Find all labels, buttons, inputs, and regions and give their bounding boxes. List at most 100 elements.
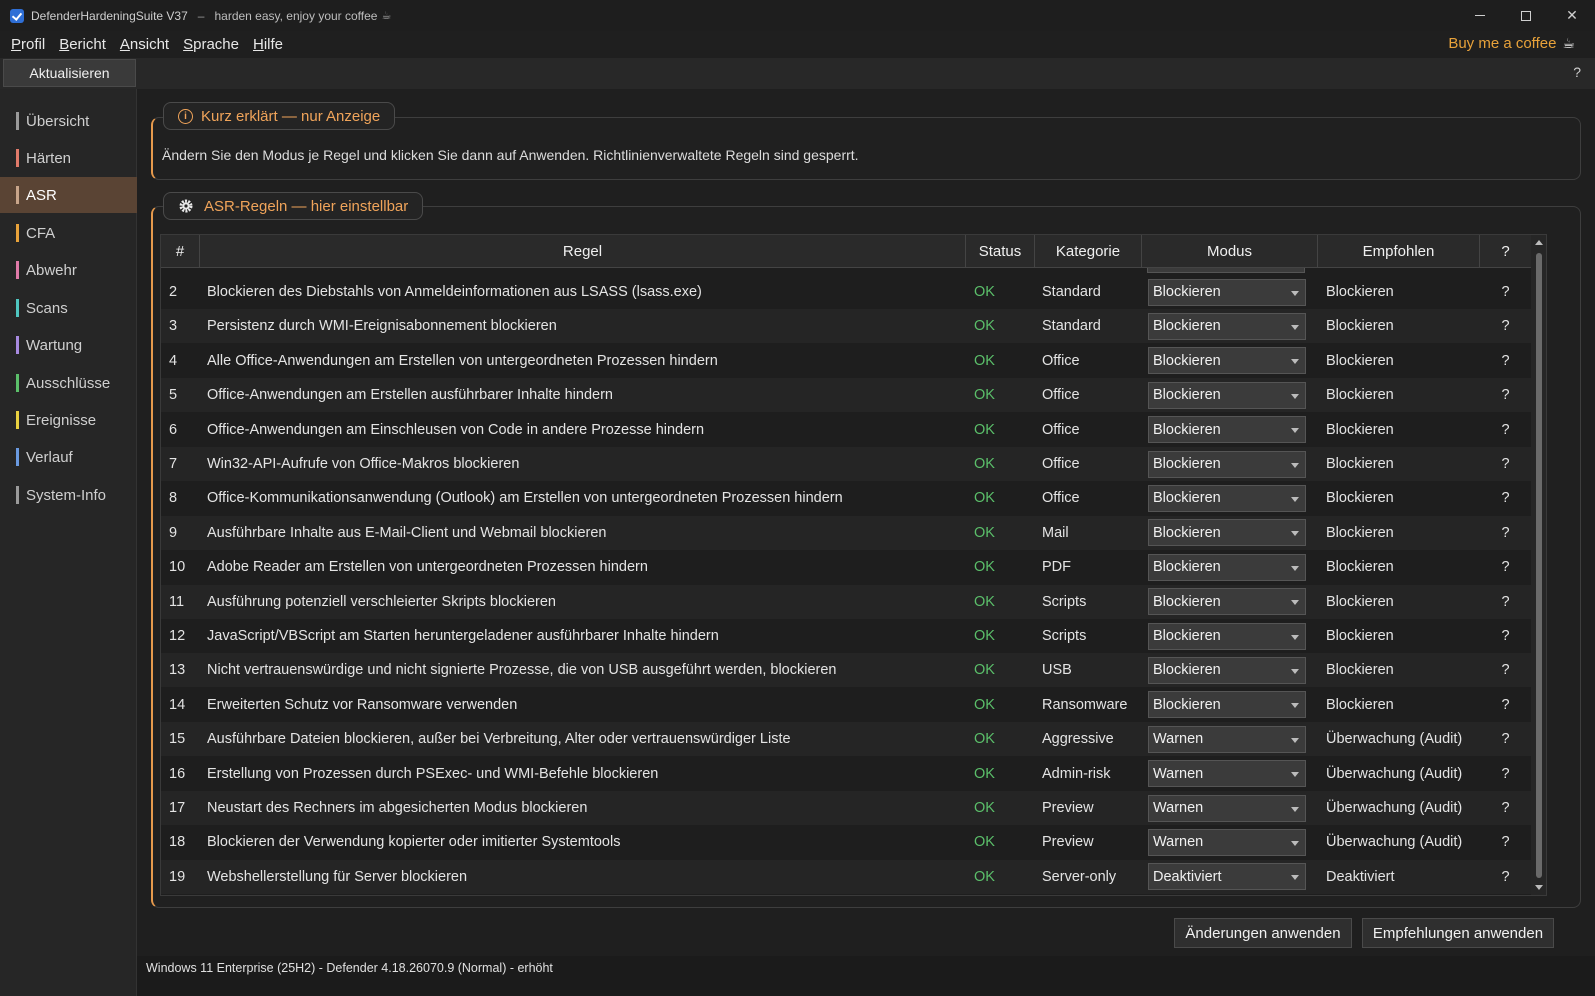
table-row[interactable]: 19 Webshellerstellung für Server blockier…	[161, 859, 1531, 894]
apply-recommendations-button[interactable]: Empfehlungen anwenden	[1362, 918, 1554, 948]
rule-help-button[interactable]: ?	[1480, 722, 1531, 756]
chevron-down-icon	[1291, 772, 1299, 778]
sidebar-item-abwehr[interactable]: Abwehr	[0, 252, 137, 288]
table-row[interactable]: 5 Office-Anwendungen am Erstellen ausführ…	[161, 378, 1531, 413]
mode-select[interactable]: Blockieren	[1148, 656, 1306, 684]
apply-changes-button[interactable]: Änderungen anwenden	[1174, 918, 1352, 948]
column-header-status[interactable]: Status	[966, 235, 1035, 268]
rule-help-button[interactable]: ?	[1480, 447, 1531, 481]
scrollbar-thumb[interactable]	[1536, 253, 1542, 878]
sidebar-item-ausschluesse[interactable]: Ausschlüsse	[0, 365, 137, 401]
rule-help-button[interactable]: ?	[1480, 791, 1531, 825]
rule-mode-cell: Blockieren	[1142, 688, 1318, 722]
mode-select[interactable]: Blockieren	[1148, 519, 1306, 547]
rule-help-button[interactable]: ?	[1480, 653, 1531, 687]
sidebar-item-uebersicht[interactable]: Übersicht	[0, 103, 137, 139]
table-row[interactable]: 11 Ausführung potenziell verschleierter S…	[161, 584, 1531, 619]
table-row[interactable]: 15 Ausführbare Dateien blockieren, außer …	[161, 722, 1531, 757]
menu-hilfe[interactable]: Hilfe	[253, 36, 283, 53]
column-header-mode[interactable]: Modus	[1142, 235, 1318, 268]
rule-recommended: Blockieren	[1326, 662, 1394, 679]
sidebar-item-cfa[interactable]: CFA	[0, 215, 137, 251]
mode-select[interactable]: Blockieren	[1148, 484, 1306, 512]
help-button[interactable]: ?	[1573, 64, 1581, 80]
table-row[interactable]: 12 JavaScript/VBScript am Starten herunte…	[161, 619, 1531, 653]
buy-coffee-link[interactable]: Buy me a coffee ☕	[1448, 35, 1575, 52]
scroll-up-icon[interactable]	[1535, 240, 1543, 245]
table-row[interactable]: 6 Office-Anwendungen am Einschleusen von …	[161, 413, 1531, 447]
sidebar-item-scans[interactable]: Scans	[0, 290, 137, 326]
column-header-recommended[interactable]: Empfohlen	[1318, 235, 1480, 268]
refresh-button[interactable]: Aktualisieren	[3, 59, 136, 87]
sidebar-item-ereignisse[interactable]: Ereignisse	[0, 402, 137, 438]
mode-select[interactable]: Deaktiviert	[1148, 863, 1306, 891]
mode-select[interactable]: Blockieren	[1148, 312, 1306, 340]
mode-select[interactable]: Warnen	[1148, 794, 1306, 822]
mode-select[interactable]: Blockieren	[1148, 450, 1306, 478]
mode-select[interactable]: Warnen	[1148, 725, 1306, 753]
sidebar-item-haerten[interactable]: Härten	[0, 140, 137, 176]
sidebar-item-wartung[interactable]: Wartung	[0, 327, 137, 363]
rule-category: Preview	[1042, 800, 1094, 816]
rule-help-button[interactable]: ?	[1480, 757, 1531, 791]
rule-status: OK	[974, 731, 995, 748]
table-row[interactable]: 18 Blockieren der Verwendung kopierter od…	[161, 825, 1531, 859]
rule-mode-cell: Blockieren	[1142, 550, 1318, 584]
mode-select[interactable]: Blockieren	[1148, 553, 1306, 581]
mode-select[interactable]: Blockieren	[1148, 588, 1306, 616]
rule-help-button[interactable]: ?	[1480, 481, 1531, 515]
rule-help-button[interactable]: ?	[1480, 688, 1531, 722]
rule-help-button[interactable]: ?	[1480, 413, 1531, 447]
mode-select-value: Blockieren	[1153, 456, 1221, 472]
table-row[interactable]: 8 Office-Kommunikationsanwendung (Outlook…	[161, 481, 1531, 515]
mode-select[interactable]: Blockieren	[1148, 622, 1306, 650]
column-header-category[interactable]: Kategorie	[1035, 235, 1142, 268]
mode-select[interactable]: Blockieren	[1148, 381, 1306, 409]
rule-help-button[interactable]: ?	[1480, 619, 1531, 653]
table-row[interactable]: 3 Persistenz durch WMI-Ereignisabonnement…	[161, 309, 1531, 344]
sidebar-item-asr[interactable]: ASR	[0, 177, 137, 213]
mode-select[interactable]: Blockieren	[1148, 347, 1306, 375]
menu-profil[interactable]: Profil	[11, 36, 45, 53]
table-row[interactable]: 4 Alle Office-Anwendungen am Erstellen vo…	[161, 344, 1531, 378]
rule-help-button[interactable]: ?	[1480, 344, 1531, 378]
mode-select[interactable]: Warnen	[1148, 828, 1306, 856]
mode-select[interactable]: Blockieren	[1148, 691, 1306, 719]
rule-help-button[interactable]: ?	[1480, 516, 1531, 550]
rule-help-button[interactable]: ?	[1480, 275, 1531, 309]
menu-ansicht[interactable]: Ansicht	[120, 36, 169, 53]
mode-select[interactable]: Warnen	[1148, 760, 1306, 788]
table-row[interactable]: 2 Blockieren des Diebstahls von Anmeldein…	[161, 275, 1531, 309]
rule-help-button[interactable]: ?	[1480, 378, 1531, 412]
mode-select[interactable]: Blockieren	[1148, 416, 1306, 444]
table-row[interactable]: 16 Erstellung von Prozessen durch PSExec-…	[161, 757, 1531, 791]
rule-name: Adobe Reader am Erstellen von untergeord…	[207, 559, 648, 576]
close-button[interactable]: ✕	[1549, 0, 1595, 31]
table-row[interactable]: 13 Nicht vertrauenswürdige und nicht sign…	[161, 653, 1531, 688]
menu-sprache[interactable]: Sprache	[183, 36, 239, 53]
mode-select[interactable]: Blockieren	[1148, 278, 1306, 306]
table-scrollbar[interactable]	[1531, 235, 1546, 895]
rule-help-button[interactable]: ?	[1480, 825, 1531, 859]
minimize-button[interactable]	[1457, 0, 1503, 31]
column-header-help[interactable]: ?	[1480, 235, 1531, 268]
column-header-rule[interactable]: Regel	[200, 235, 966, 268]
table-row[interactable]: 10 Adobe Reader am Erstellen von untergeo…	[161, 550, 1531, 584]
rule-help-button[interactable]: ?	[1480, 550, 1531, 584]
column-header-num[interactable]: #	[161, 235, 200, 268]
table-row[interactable]: 14 Erweiterten Schutz vor Ransomware verw…	[161, 688, 1531, 722]
rule-help-button[interactable]: ?	[1480, 309, 1531, 343]
scroll-down-icon[interactable]	[1535, 885, 1543, 890]
sidebar-item-verlauf[interactable]: Verlauf	[0, 439, 137, 475]
table-row[interactable]: 7 Win32-API-Aufrufe von Office-Makros blo…	[161, 447, 1531, 481]
menu-bericht[interactable]: Bericht	[59, 36, 106, 53]
chevron-down-icon	[1291, 565, 1299, 571]
sidebar-item-system-info[interactable]: System-Info	[0, 477, 137, 513]
rule-help-button[interactable]: ?	[1480, 860, 1531, 894]
table-row[interactable]: 17 Neustart des Rechners im abgesicherten…	[161, 791, 1531, 825]
rule-help-button[interactable]: ?	[1480, 585, 1531, 619]
table-row[interactable]: 9 Ausführbare Inhalte aus E-Mail-Client u…	[161, 515, 1531, 550]
rule-name: Ausführung potenziell verschleierter Skr…	[207, 593, 556, 610]
rule-status: OK	[974, 662, 995, 679]
maximize-button[interactable]	[1503, 0, 1549, 31]
